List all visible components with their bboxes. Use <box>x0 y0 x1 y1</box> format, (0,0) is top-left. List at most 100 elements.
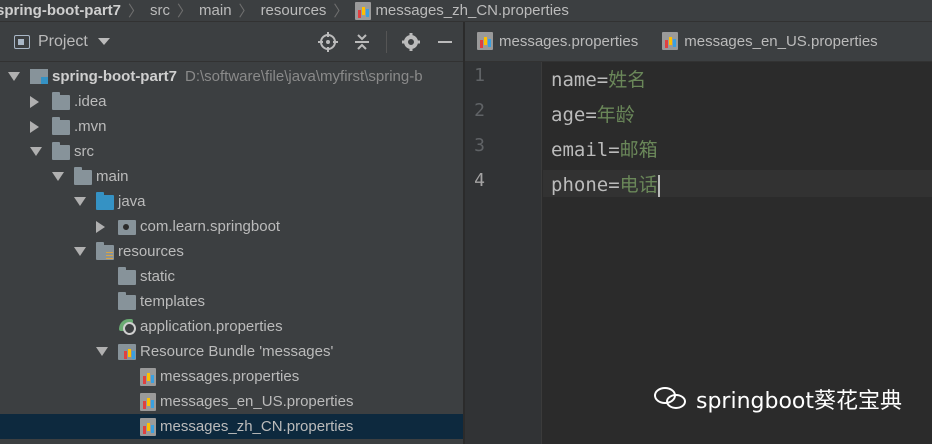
breadcrumb-separator: 〉 <box>333 3 349 20</box>
project-icon <box>14 34 30 49</box>
target-icon[interactable] <box>318 32 338 52</box>
property-equals: = <box>608 139 620 161</box>
tree-item-label: .idea <box>74 93 107 110</box>
folder-icon <box>118 267 136 285</box>
tree-item-src[interactable]: src <box>0 139 463 164</box>
resources-folder-icon <box>96 242 114 260</box>
chevron-right-icon[interactable] <box>30 95 39 108</box>
chevron-down-icon[interactable] <box>8 72 20 81</box>
project-panel: Project spring-boot-part7 D:\software\fi… <box>0 22 464 444</box>
breadcrumb-item-resources[interactable]: resources <box>257 2 331 19</box>
property-equals: = <box>608 174 620 196</box>
tree-item-package[interactable]: com.learn.springboot <box>0 214 463 239</box>
line-number: 3 <box>474 135 485 156</box>
line-number-gutter: 1 2 3 4 <box>465 62 542 444</box>
tree-item-static[interactable]: static <box>0 264 463 289</box>
tab-messages-en-us-properties[interactable]: messages_en_US.properties <box>650 22 889 61</box>
code-line-current[interactable]: phone=电话 <box>543 170 932 197</box>
chevron-down-icon[interactable] <box>30 147 42 156</box>
chevron-right-icon[interactable] <box>96 220 105 233</box>
chevron-down-icon[interactable] <box>74 247 86 256</box>
module-icon <box>30 69 48 84</box>
breadcrumb: spring-boot-part7 〉 src 〉 main 〉 resourc… <box>0 0 932 22</box>
property-equals: = <box>596 69 609 91</box>
chevron-down-icon[interactable] <box>96 347 108 356</box>
properties-icon <box>477 32 493 50</box>
code-line[interactable]: age=年龄 <box>551 100 635 127</box>
property-value: 年龄 <box>596 104 635 126</box>
chevron-down-icon[interactable] <box>74 197 86 206</box>
gear-icon[interactable] <box>401 32 421 52</box>
tree-item-label: static <box>140 268 176 285</box>
tree-item-label: resources <box>118 243 184 260</box>
tree-item-main[interactable]: main <box>0 164 463 189</box>
code-line[interactable]: email=邮箱 <box>551 135 658 162</box>
tree-item-messages-zh-cn[interactable]: messages_zh_CN.properties <box>0 414 463 439</box>
tree-item-application-properties[interactable]: application.properties <box>0 314 463 339</box>
chevron-down-icon <box>97 38 110 45</box>
toolbar-divider <box>386 31 387 53</box>
folder-icon <box>74 167 92 185</box>
line-number: 4 <box>474 170 485 191</box>
breadcrumb-separator: 〉 <box>128 3 144 20</box>
tree-item-project-root[interactable]: spring-boot-part7 D:\software\file\java\… <box>0 64 463 89</box>
tree-item-label: Resource Bundle 'messages' <box>140 343 334 360</box>
properties-icon <box>140 392 156 411</box>
tree-item-resource-bundle[interactable]: Resource Bundle 'messages' <box>0 339 463 364</box>
tree-item-label: .mvn <box>74 118 107 135</box>
folder-icon <box>52 92 70 110</box>
property-key: name <box>551 69 597 91</box>
folder-icon <box>52 117 70 135</box>
watermark: springboot葵花宝典 <box>653 383 902 415</box>
tree-item-messages-en-us[interactable]: messages_en_US.properties <box>0 389 463 414</box>
tree-item-mvn[interactable]: .mvn <box>0 114 463 139</box>
breadcrumb-item-project[interactable]: spring-boot-part7 <box>0 2 125 19</box>
watermark-text: springboot葵花宝典 <box>695 389 902 414</box>
properties-icon <box>662 32 679 50</box>
property-value: 电话 <box>619 174 658 196</box>
breadcrumb-separator: 〉 <box>177 3 193 20</box>
minimize-icon[interactable] <box>435 32 455 52</box>
breadcrumb-item-src[interactable]: src <box>146 2 174 19</box>
chevron-down-icon[interactable] <box>52 172 64 181</box>
tree-item-path: D:\software\file\java\myfirst\spring-b <box>185 68 423 85</box>
breadcrumb-item-main[interactable]: main <box>195 2 236 19</box>
property-key: email <box>551 139 609 161</box>
properties-icon <box>140 367 156 386</box>
tab-messages-properties[interactable]: messages.properties <box>465 22 650 61</box>
breadcrumb-item-file[interactable]: messages_zh_CN.properties <box>351 1 572 20</box>
tree-item-label: com.learn.springboot <box>140 218 281 235</box>
project-view-selector[interactable]: Project <box>14 33 110 51</box>
property-value: 姓名 <box>608 69 647 91</box>
tab-label: messages_en_US.properties <box>684 32 878 50</box>
tree-item-label: main <box>96 168 129 185</box>
property-equals: = <box>585 104 597 126</box>
property-value: 邮箱 <box>619 139 658 161</box>
tree-item-label: spring-boot-part7 <box>52 68 177 85</box>
tree-item-java[interactable]: java <box>0 189 463 214</box>
package-icon <box>118 220 136 235</box>
property-key: age <box>551 104 586 126</box>
code-line[interactable]: name=姓名 <box>551 65 646 92</box>
text-cursor <box>657 174 660 197</box>
panel-toolbar <box>318 22 455 62</box>
tree-item-label: src <box>74 143 94 160</box>
collapse-all-icon[interactable] <box>352 32 372 52</box>
tree-item-templates[interactable]: templates <box>0 289 463 314</box>
property-key: phone <box>551 174 609 196</box>
line-number: 1 <box>474 65 485 86</box>
resource-bundle-icon <box>118 343 136 360</box>
wechat-icon <box>653 385 688 413</box>
chevron-right-icon[interactable] <box>30 120 39 133</box>
tree-item-label: templates <box>140 293 206 310</box>
tree-item-messages[interactable]: messages.properties <box>0 364 463 389</box>
editor-tabs: messages.properties messages_en_US.prope… <box>465 22 932 62</box>
tree-item-resources[interactable]: resources <box>0 239 463 264</box>
tree-item-idea[interactable]: .idea <box>0 89 463 114</box>
tab-label: messages.properties <box>499 32 639 50</box>
editor-pane: messages.properties messages_en_US.prope… <box>465 22 932 444</box>
